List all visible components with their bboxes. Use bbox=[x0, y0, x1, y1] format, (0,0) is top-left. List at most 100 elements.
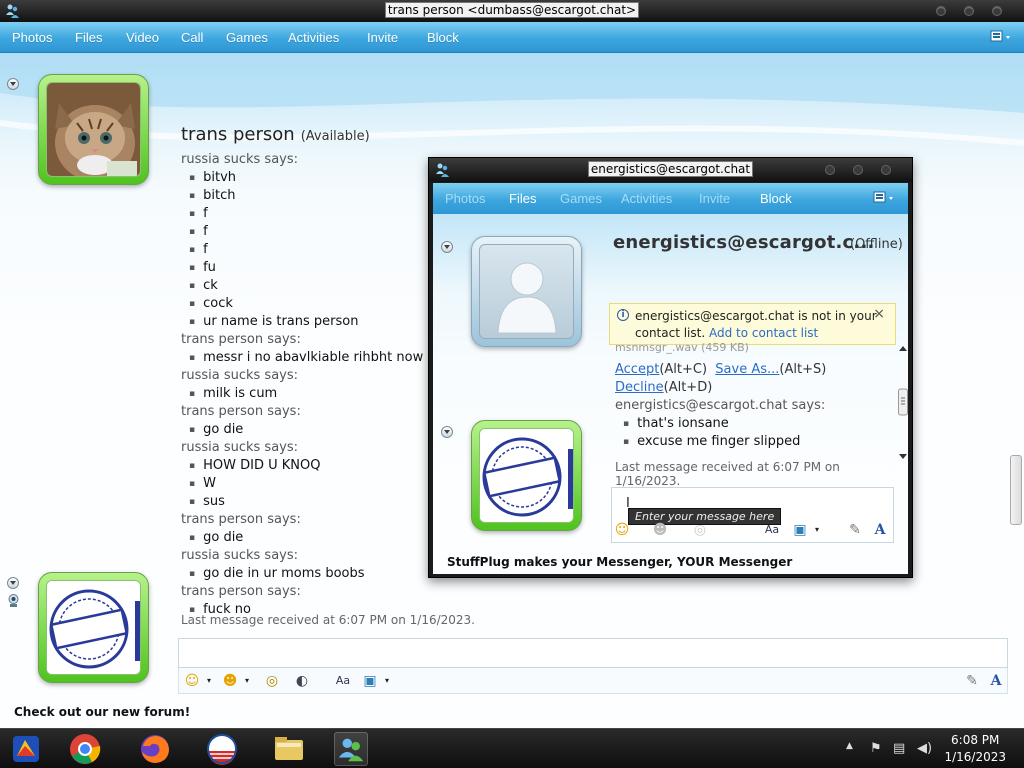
collapse-contact-icon[interactable] bbox=[441, 241, 453, 253]
sub-maximize-button[interactable] bbox=[853, 165, 863, 175]
emoticon-icon[interactable]: ☺ bbox=[183, 672, 201, 690]
sender-line: russia sucks says: bbox=[181, 152, 299, 167]
spellcheck-icon[interactable]: Aa bbox=[763, 521, 781, 539]
clock-date: 1/16/2023 bbox=[944, 750, 1006, 764]
message-line: ur name is trans person bbox=[181, 313, 441, 331]
nudge-icon[interactable]: ◎ bbox=[263, 672, 281, 690]
obama-logo-icon[interactable] bbox=[205, 732, 239, 766]
options-menu-icon[interactable] bbox=[990, 30, 1012, 44]
tray-expand-icon[interactable]: ▲ bbox=[846, 741, 853, 751]
sub-transcript: msnmsgr_.wav (459 KB) Accept(Alt+C) Save… bbox=[615, 341, 895, 451]
menu-files[interactable]: Files bbox=[75, 30, 102, 45]
message-line: f bbox=[181, 241, 441, 259]
menu-games[interactable]: Games bbox=[226, 30, 268, 45]
action-center-flag-icon[interactable]: ⚑ bbox=[870, 741, 882, 756]
background-icon[interactable]: ▣ bbox=[361, 672, 379, 690]
decline-shortcut: (Alt+D) bbox=[663, 380, 713, 395]
dropdown-arrow-icon[interactable]: ▾ bbox=[200, 672, 218, 690]
sub-message: excuse me finger slipped bbox=[615, 433, 895, 451]
messenger-taskbar-icon[interactable] bbox=[334, 732, 368, 766]
voice-clip-icon[interactable]: ◐ bbox=[293, 672, 311, 690]
start-button-icon[interactable] bbox=[9, 732, 43, 766]
webcam-icon[interactable] bbox=[7, 594, 20, 608]
sub-close-button[interactable] bbox=[881, 165, 891, 175]
close-banner-icon[interactable]: × bbox=[873, 306, 885, 322]
formatting-toolbar: ☺ ▾ ☻ ▾ ◎ ◐ Aa ▣ ▾ ✎ A bbox=[178, 668, 1008, 694]
sub-minimize-button[interactable] bbox=[825, 165, 835, 175]
options-menu-icon[interactable] bbox=[873, 191, 895, 205]
minimize-button[interactable] bbox=[936, 6, 946, 16]
stuffplug-tagline[interactable]: StuffPlug makes your Messenger, YOUR Mes… bbox=[447, 555, 792, 569]
message-input[interactable] bbox=[178, 638, 1008, 668]
contact-avatar[interactable] bbox=[38, 74, 149, 185]
sub-last-received: Last message received at 6:07 PM on 1/16… bbox=[615, 460, 840, 488]
sub-menubar: Photos Files Games Activities Invite Blo… bbox=[433, 183, 908, 214]
dropdown-arrow-icon[interactable]: ▾ bbox=[808, 521, 826, 539]
save-as-link[interactable]: Save As... bbox=[715, 362, 779, 377]
sub-window-title: energistics@escargot.chat bbox=[429, 161, 912, 177]
own-avatar[interactable] bbox=[38, 572, 149, 683]
menu-invite[interactable]: Invite bbox=[367, 30, 398, 45]
chrome-icon[interactable] bbox=[68, 732, 102, 766]
sub-message: that's ionsane bbox=[615, 415, 895, 433]
collapse-own-avatar-icon[interactable] bbox=[7, 577, 19, 589]
sub-conversation-area: energistics@escargot.c... (Offline) i en… bbox=[433, 214, 908, 574]
wink-icon[interactable]: ☻ bbox=[221, 672, 239, 690]
forum-link[interactable]: Check out our new forum! bbox=[14, 705, 190, 719]
contact-header: trans person (Available) bbox=[181, 124, 370, 145]
firefox-icon[interactable] bbox=[138, 732, 172, 766]
sub-formatting-toolbar: ☺ ☻ ◎ Aa ▣ ▾ ✎ A bbox=[611, 517, 894, 543]
sub-menu-activities[interactable]: Activities bbox=[621, 191, 672, 206]
dropdown-arrow-icon[interactable]: ▾ bbox=[238, 672, 256, 690]
add-contact-link[interactable]: Add to contact list bbox=[709, 326, 818, 340]
system-clock[interactable]: 6:08 PM 1/16/2023 bbox=[944, 732, 1006, 766]
decline-link[interactable]: Decline bbox=[615, 380, 664, 395]
spellcheck-icon[interactable]: Aa bbox=[334, 672, 352, 690]
file-transfer-name: msnmsgr_.wav (459 KB) bbox=[615, 341, 749, 354]
clock-time: 6:08 PM bbox=[951, 733, 1000, 747]
emoticon-icon[interactable]: ☺ bbox=[613, 521, 631, 539]
network-icon[interactable]: ▤ bbox=[893, 741, 905, 756]
menu-photos[interactable]: Photos bbox=[12, 30, 52, 45]
maximize-button[interactable] bbox=[964, 6, 974, 16]
message-line: go die bbox=[181, 421, 441, 439]
message-line: bitvh bbox=[181, 169, 441, 187]
file-explorer-icon[interactable] bbox=[272, 732, 306, 766]
main-titlebar[interactable]: trans person <dumbass@escargot.chat> bbox=[0, 0, 1024, 22]
sub-own-avatar[interactable] bbox=[471, 420, 582, 531]
menu-block[interactable]: Block bbox=[427, 30, 459, 45]
volume-icon[interactable]: ◀) bbox=[917, 741, 932, 756]
background-icon[interactable]: ▣ bbox=[791, 521, 809, 539]
sub-menu-files[interactable]: Files bbox=[509, 191, 536, 206]
close-button[interactable] bbox=[992, 6, 1002, 16]
nudge-icon[interactable]: ◎ bbox=[691, 521, 709, 539]
collapse-contact-icon[interactable] bbox=[7, 78, 19, 90]
collapse-own-avatar-icon[interactable] bbox=[441, 426, 453, 438]
taskbar: ▲ ⚑ ▤ ◀) 6:08 PM 1/16/2023 bbox=[0, 728, 1024, 768]
message-line: milk is cum bbox=[181, 385, 441, 403]
dropdown-arrow-icon[interactable]: ▾ bbox=[378, 672, 396, 690]
transcript-scrollbar[interactable] bbox=[1010, 455, 1022, 525]
sub-menu-games[interactable]: Games bbox=[560, 191, 602, 206]
accept-link[interactable]: Accept bbox=[615, 362, 659, 377]
message-line: go die bbox=[181, 529, 441, 547]
sub-menu-block[interactable]: Block bbox=[760, 191, 792, 206]
wink-icon[interactable]: ☻ bbox=[651, 521, 669, 539]
font-icon[interactable]: A bbox=[987, 672, 1005, 690]
menu-video[interactable]: Video bbox=[126, 30, 159, 45]
menu-activities[interactable]: Activities bbox=[288, 30, 339, 45]
secondary-chat-window: energistics@escargot.chat Photos Files G… bbox=[428, 157, 913, 578]
sub-transcript-scrollbar[interactable] bbox=[898, 345, 908, 460]
menu-call[interactable]: Call bbox=[181, 30, 203, 45]
handwriting-icon[interactable]: ✎ bbox=[846, 521, 864, 539]
offline-contact-avatar[interactable] bbox=[471, 236, 582, 347]
sub-menu-invite[interactable]: Invite bbox=[699, 191, 730, 206]
contact-status: (Available) bbox=[300, 129, 370, 144]
font-icon[interactable]: A bbox=[871, 521, 889, 539]
contact-name: trans person bbox=[181, 124, 295, 145]
sub-menu-photos[interactable]: Photos bbox=[445, 191, 485, 206]
handwriting-icon[interactable]: ✎ bbox=[963, 672, 981, 690]
message-line: f bbox=[181, 223, 441, 241]
sub-titlebar[interactable]: energistics@escargot.chat bbox=[429, 158, 912, 182]
window-title: trans person <dumbass@escargot.chat> bbox=[0, 2, 1024, 18]
